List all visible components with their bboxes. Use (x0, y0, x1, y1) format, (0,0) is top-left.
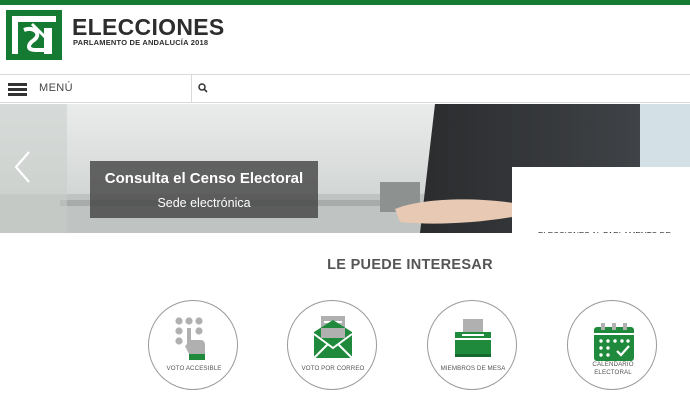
card-calendario-electoral[interactable]: CALENDARIO ELECTORAL (567, 300, 657, 390)
hero-title: Consulta el Censo Electoral (104, 170, 304, 187)
card-label: VOTO ACCESIBLE (166, 365, 222, 372)
card-voto-accesible[interactable]: VOTO ACCESIBLE (148, 300, 238, 390)
ballot-box-icon (455, 319, 491, 357)
parlamento-logo-icon[interactable] (6, 10, 62, 60)
menu-button[interactable]: MENÚ (0, 75, 192, 102)
hero-caption: Consulta el Censo Electoral Sede electró… (90, 161, 318, 218)
card-miembros-de-mesa[interactable]: MIEMBROS DE MESA (427, 300, 517, 390)
nav-bar: MENÚ (0, 74, 690, 103)
site-subtitle: PARLAMENTO DE ANDALUCÍA 2018 (73, 38, 209, 47)
svg-text:ELECCIONES AL PARLAMENTO DE: ELECCIONES AL PARLAMENTO DE (538, 231, 671, 233)
hero-carousel: ELECCIONES AL PARLAMENTO DE Consulta el … (0, 104, 690, 233)
envelope-icon (313, 316, 353, 359)
top-accent-bar (0, 0, 690, 5)
card-label: CALENDARIO ELECTORAL (592, 361, 634, 376)
menu-label: MENÚ (39, 82, 73, 94)
card-label: MIEMBROS DE MESA (440, 365, 506, 372)
card-voto-por-correo[interactable]: VOTO POR CORREO (287, 300, 377, 390)
calendar-icon (594, 323, 634, 361)
chevron-left-icon (14, 151, 30, 183)
hamburger-icon (8, 83, 27, 96)
carousel-prev-button[interactable] (0, 104, 67, 233)
hero-link[interactable]: Sede electrónica (90, 196, 318, 210)
braille-hand-icon (175, 317, 205, 360)
section-title: LE PUEDE INTERESAR (327, 257, 493, 273)
search-input[interactable] (214, 79, 686, 100)
site-title: ELECCIONES (72, 14, 225, 40)
search-icon[interactable] (197, 82, 209, 94)
card-label: VOTO POR CORREO (301, 365, 365, 372)
